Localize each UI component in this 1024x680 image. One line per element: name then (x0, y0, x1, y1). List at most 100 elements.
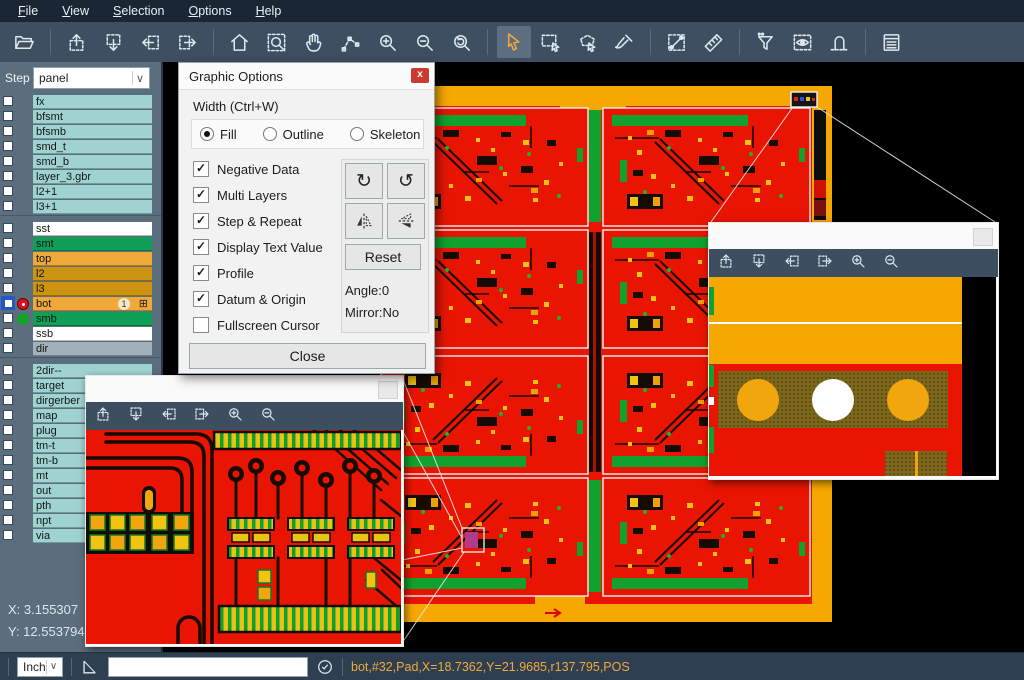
layer-row-smd-t[interactable]: smd_t (0, 140, 161, 154)
layer-name-bar[interactable]: smd_t (33, 140, 152, 154)
menu-selection[interactable]: Selection (103, 2, 174, 20)
layer-checkbox[interactable] (3, 425, 13, 435)
layer-row-l3-1[interactable]: l3+1 (0, 200, 161, 214)
layer-checkbox[interactable] (3, 253, 13, 263)
layer-name-bar[interactable]: smd_b (33, 155, 152, 169)
layer-checkbox[interactable] (3, 313, 13, 323)
layer-name-bar[interactable]: smt (33, 237, 152, 251)
layer-name-bar[interactable]: ssb (33, 327, 152, 341)
zoom-in-button[interactable] (849, 252, 867, 275)
zoom-in-button[interactable] (371, 26, 405, 58)
layer-name-bar[interactable]: l2+1 (33, 185, 152, 199)
select-cursor-button[interactable] (497, 26, 531, 58)
home-button[interactable] (223, 26, 257, 58)
layer-checkbox[interactable] (3, 283, 13, 293)
pan-right-button[interactable] (816, 252, 834, 275)
layer-row-l3[interactable]: l3 (0, 282, 161, 296)
highlight-net-button[interactable] (823, 26, 857, 58)
layer-name-bar[interactable]: dir (33, 342, 152, 356)
layer-checkbox[interactable] (3, 343, 13, 353)
select-rect-button[interactable] (534, 26, 568, 58)
clean-brush-button[interactable] (608, 26, 642, 58)
popup-title-bar[interactable] (86, 376, 403, 402)
layer-checkbox[interactable] (3, 223, 13, 233)
layer-row-ssb[interactable]: ssb (0, 327, 161, 341)
pan-left-button[interactable] (134, 26, 168, 58)
layer-name-bar[interactable]: smb (33, 312, 152, 326)
layer-checkbox[interactable] (3, 500, 13, 510)
pan-up-button[interactable] (60, 26, 94, 58)
layer-row-smt[interactable]: smt (0, 237, 161, 251)
layer-checkbox[interactable] (3, 455, 13, 465)
layer-row-smd-b[interactable]: smd_b (0, 155, 161, 169)
layer-name-bar[interactable]: bfsmt (33, 110, 152, 124)
close-icon[interactable]: x (411, 68, 429, 83)
popup-view-right[interactable] (709, 277, 996, 476)
pan-hand-button[interactable] (297, 26, 331, 58)
popup-view-left[interactable] (86, 430, 401, 644)
layer-row-l2-1[interactable]: l2+1 (0, 185, 161, 199)
layer-name-bar[interactable]: bfsmb (33, 125, 152, 139)
menu-help[interactable]: Help (246, 2, 292, 20)
pan-down-button[interactable] (127, 405, 145, 428)
command-input[interactable] (108, 657, 308, 677)
pan-down-button[interactable] (97, 26, 131, 58)
zoom-out-button[interactable] (882, 252, 900, 275)
close-button[interactable]: Close (189, 343, 426, 369)
layer-row-bfsmb[interactable]: bfsmb (0, 125, 161, 139)
layer-active-indicator-green[interactable] (17, 313, 29, 325)
filter-button[interactable] (749, 26, 783, 58)
chevron-down-icon[interactable]: ∨ (46, 660, 60, 674)
pan-right-button[interactable] (193, 405, 211, 428)
reset-button[interactable]: Reset (345, 244, 421, 270)
layer-checkbox[interactable] (3, 395, 13, 405)
vertex-edit-button[interactable] (334, 26, 368, 58)
radio-skeleton[interactable]: Skeleton (350, 127, 421, 142)
menu-view[interactable]: View (52, 2, 99, 20)
unit-select[interactable]: Inch ∨ (17, 657, 63, 677)
zoom-previous-button[interactable] (445, 26, 479, 58)
layer-name-bar[interactable]: l2 (33, 267, 152, 281)
layer-name-bar[interactable]: fx (33, 95, 152, 109)
checkbox-multi-layers[interactable]: ✓Multi Layers (193, 187, 287, 203)
menu-file[interactable]: File (8, 2, 48, 20)
radio-fill[interactable]: Fill (200, 127, 237, 142)
snap-angle-icon[interactable] (80, 658, 98, 676)
menu-options[interactable]: Options (178, 2, 241, 20)
layer-checkbox[interactable] (3, 186, 13, 196)
layer-checkbox[interactable] (3, 530, 13, 540)
layer-row-bfsmt[interactable]: bfsmt (0, 110, 161, 124)
rotate-cw-button[interactable]: ↻ (345, 163, 383, 199)
radio-outline[interactable]: Outline (263, 127, 324, 142)
measure-distance-button[interactable] (660, 26, 694, 58)
layer-row-layer-3-gbr[interactable]: layer_3.gbr (0, 170, 161, 184)
layer-checkbox[interactable] (3, 96, 13, 106)
pan-down-button[interactable] (750, 252, 768, 275)
layer-row-top[interactable]: top (0, 252, 161, 266)
checkbox-negative-data[interactable]: ✓Negative Data (193, 161, 299, 177)
checkbox-profile[interactable]: ✓Profile (193, 265, 254, 281)
checkbox-step-repeat[interactable]: ✓Step & Repeat (193, 213, 302, 229)
view-eye-button[interactable] (786, 26, 820, 58)
layer-checkbox[interactable] (3, 380, 13, 390)
checkbox-display-text-value[interactable]: ✓Display Text Value (193, 239, 323, 255)
chevron-down-icon[interactable]: ∨ (132, 71, 147, 85)
layer-name-bar[interactable]: sst (33, 222, 152, 236)
grid-icon[interactable]: ⊞ (139, 297, 148, 311)
layer-checkbox[interactable] (3, 470, 13, 480)
layer-list-button[interactable] (875, 26, 909, 58)
layer-name-bar[interactable]: bot1⊞ (33, 297, 152, 311)
layer-row-smb[interactable]: smb (0, 312, 161, 326)
zoom-in-button[interactable] (226, 405, 244, 428)
layer-row-dir[interactable]: dir (0, 342, 161, 356)
popup-menu-button[interactable] (378, 381, 398, 399)
layer-row-fx[interactable]: fx (0, 95, 161, 109)
layer-active-indicator-red[interactable] (17, 298, 29, 310)
layer-checkbox[interactable] (3, 365, 13, 375)
layer-checkbox[interactable] (3, 141, 13, 151)
zoom-out-button[interactable] (408, 26, 442, 58)
layer-checkbox[interactable] (3, 126, 13, 136)
checkbox-fullscreen-cursor[interactable]: Fullscreen Cursor (193, 317, 320, 333)
apply-check-icon[interactable] (316, 658, 334, 676)
layer-checkbox[interactable] (3, 201, 13, 211)
